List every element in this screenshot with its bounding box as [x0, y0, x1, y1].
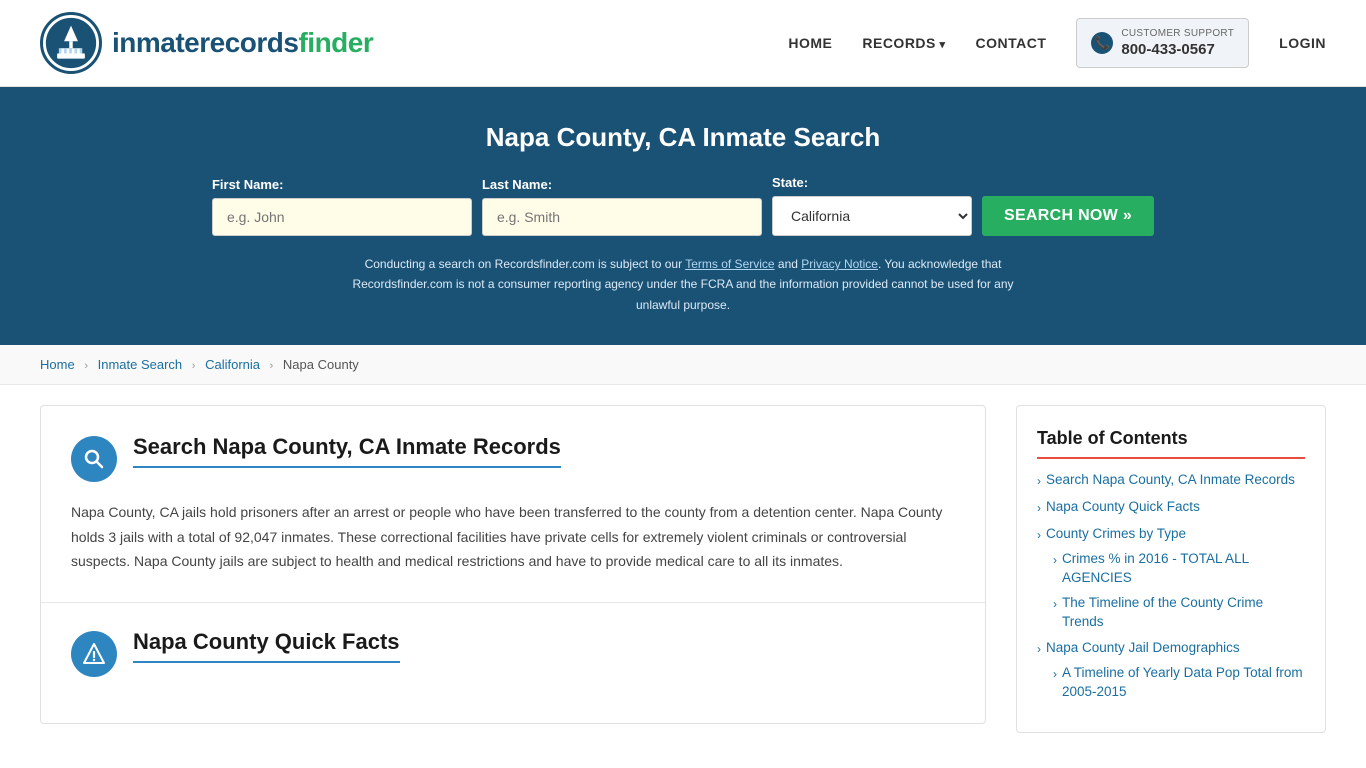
search-icon-circle	[71, 436, 117, 482]
breadcrumb-sep-2: ›	[192, 360, 196, 372]
toc-arrow-4: ›	[1037, 641, 1041, 658]
breadcrumb: Home › Inmate Search › California › Napa…	[0, 345, 1366, 385]
main-content: Search Napa County, CA Inmate Records Na…	[0, 385, 1366, 753]
toc-label-1: Search Napa County, CA Inmate Records	[1046, 471, 1295, 490]
section2-header: Napa County Quick Facts	[71, 629, 955, 677]
section1-title: Search Napa County, CA Inmate Records	[133, 434, 561, 468]
toc-item-2: › Napa County Quick Facts	[1037, 498, 1305, 517]
toc-subarrow-3-2: ›	[1053, 596, 1057, 613]
toc-sublink-4-1[interactable]: › A Timeline of Yearly Data Pop Total fr…	[1053, 664, 1305, 702]
hero-disclaimer: Conducting a search on Recordsfinder.com…	[333, 254, 1033, 315]
terms-link[interactable]: Terms of Service	[685, 257, 774, 271]
toc-sublabel-3-1: Crimes % in 2016 - TOTAL ALL AGENCIES	[1062, 550, 1305, 588]
toc-label-3: County Crimes by Type	[1046, 525, 1186, 544]
section2-title: Napa County Quick Facts	[133, 629, 400, 663]
toc-sublabel-4-1: A Timeline of Yearly Data Pop Total from…	[1062, 664, 1305, 702]
breadcrumb-sep-1: ›	[84, 360, 88, 372]
content-right: Table of Contents › Search Napa County, …	[1016, 405, 1326, 733]
search-button[interactable]: SEARCH NOW »	[982, 196, 1154, 236]
toc-arrow-3: ›	[1037, 527, 1041, 544]
logo-text: inmaterecordsfinder	[112, 27, 373, 59]
main-nav: HOME RECORDS CONTACT 📞 CUSTOMER SUPPORT …	[788, 18, 1326, 69]
last-name-input[interactable]	[482, 198, 762, 236]
privacy-link[interactable]: Privacy Notice	[801, 257, 878, 271]
toc-arrow-2: ›	[1037, 500, 1041, 517]
logo-icon	[40, 12, 102, 74]
toc-sub-3: › Crimes % in 2016 - TOTAL ALL AGENCIES …	[1053, 550, 1305, 632]
toc-card: Table of Contents › Search Napa County, …	[1016, 405, 1326, 733]
first-name-label: First Name:	[212, 177, 284, 192]
breadcrumb-current: Napa County	[283, 357, 359, 372]
logo-bold-text: finder	[298, 27, 373, 58]
toc-sub-4: › A Timeline of Yearly Data Pop Total fr…	[1053, 664, 1305, 702]
toc-item-1: › Search Napa County, CA Inmate Records	[1037, 471, 1305, 490]
alert-icon-circle	[71, 631, 117, 677]
toc-link-2[interactable]: › Napa County Quick Facts	[1037, 498, 1305, 517]
toc-subitem-3-1: › Crimes % in 2016 - TOTAL ALL AGENCIES	[1053, 550, 1305, 588]
toc-sublink-3-1[interactable]: › Crimes % in 2016 - TOTAL ALL AGENCIES	[1053, 550, 1305, 588]
toc-subitem-3-2: › The Timeline of the County Crime Trend…	[1053, 594, 1305, 632]
first-name-group: First Name:	[212, 177, 472, 236]
section2: Napa County Quick Facts	[71, 603, 955, 677]
nav-home[interactable]: HOME	[788, 35, 832, 51]
toc-title: Table of Contents	[1037, 428, 1305, 459]
logo-area: inmaterecordsfinder	[40, 12, 373, 74]
toc-sublink-3-2[interactable]: › The Timeline of the County Crime Trend…	[1053, 594, 1305, 632]
header: inmaterecordsfinder HOME RECORDS CONTACT…	[0, 0, 1366, 87]
toc-link-4[interactable]: › Napa County Jail Demographics	[1037, 639, 1305, 658]
state-group: State: California	[772, 175, 972, 236]
breadcrumb-sep-3: ›	[270, 360, 274, 372]
toc-item-3: › County Crimes by Type › Crimes % in 20…	[1037, 525, 1305, 631]
toc-subarrow-4-1: ›	[1053, 666, 1057, 683]
nav-records[interactable]: RECORDS	[862, 35, 945, 51]
toc-arrow-1: ›	[1037, 473, 1041, 490]
login-button[interactable]: LOGIN	[1279, 35, 1326, 51]
hero-title: Napa County, CA Inmate Search	[40, 122, 1326, 153]
state-select[interactable]: California	[772, 196, 972, 236]
toc-list: › Search Napa County, CA Inmate Records …	[1037, 471, 1305, 702]
last-name-label: Last Name:	[482, 177, 552, 192]
last-name-group: Last Name:	[482, 177, 762, 236]
first-name-input[interactable]	[212, 198, 472, 236]
nav-contact[interactable]: CONTACT	[975, 35, 1046, 51]
breadcrumb-california[interactable]: California	[205, 357, 260, 372]
support-label: CUSTOMER SUPPORT	[1121, 27, 1234, 40]
section1-header: Search Napa County, CA Inmate Records	[71, 434, 955, 482]
content-card: Search Napa County, CA Inmate Records Na…	[40, 405, 986, 724]
toc-subitem-4-1: › A Timeline of Yearly Data Pop Total fr…	[1053, 664, 1305, 702]
search-form: First Name: Last Name: State: California…	[40, 175, 1326, 236]
section1-body: Napa County, CA jails hold prisoners aft…	[71, 500, 955, 574]
logo-main-text: inmaterecords	[112, 27, 298, 58]
state-label: State:	[772, 175, 808, 190]
breadcrumb-home[interactable]: Home	[40, 357, 75, 372]
toc-label-4: Napa County Jail Demographics	[1046, 639, 1240, 658]
toc-link-3[interactable]: › County Crimes by Type	[1037, 525, 1305, 544]
toc-link-1[interactable]: › Search Napa County, CA Inmate Records	[1037, 471, 1305, 490]
toc-sublabel-3-2: The Timeline of the County Crime Trends	[1062, 594, 1305, 632]
support-phone: 800-433-0567	[1121, 40, 1234, 60]
toc-item-4: › Napa County Jail Demographics › A Time…	[1037, 639, 1305, 702]
support-box[interactable]: 📞 CUSTOMER SUPPORT 800-433-0567	[1076, 18, 1249, 69]
breadcrumb-inmate-search[interactable]: Inmate Search	[98, 357, 183, 372]
hero-section: Napa County, CA Inmate Search First Name…	[0, 87, 1366, 345]
toc-subarrow-3-1: ›	[1053, 552, 1057, 569]
phone-icon: 📞	[1091, 32, 1113, 54]
toc-label-2: Napa County Quick Facts	[1046, 498, 1200, 517]
content-left: Search Napa County, CA Inmate Records Na…	[40, 405, 1016, 733]
